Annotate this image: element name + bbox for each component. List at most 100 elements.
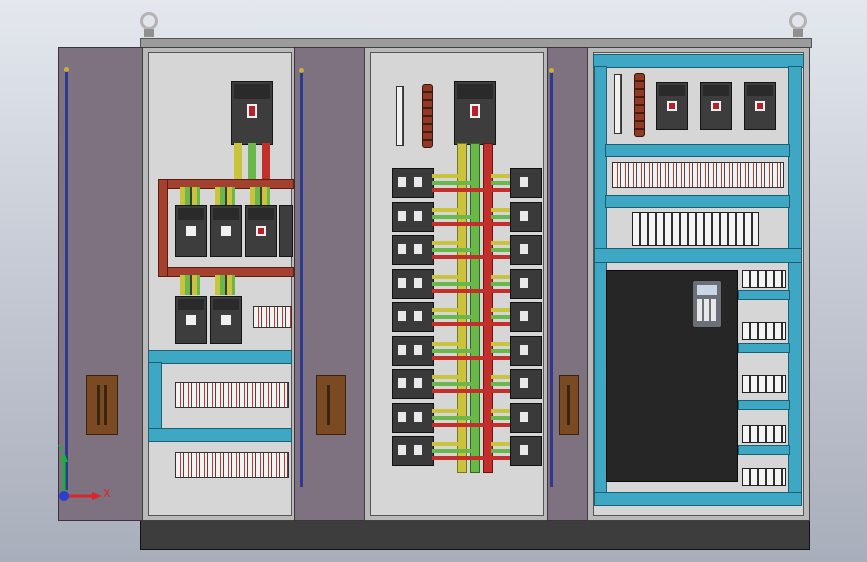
- rail-vfd-side: [738, 445, 790, 455]
- feeder-breaker[interactable]: [245, 205, 277, 257]
- tap-wire-red: [432, 389, 486, 393]
- wire-yellow: [234, 143, 242, 180]
- door-middle-hinge: [300, 72, 303, 487]
- cabinet-plinth: [140, 519, 810, 550]
- main-breaker-1[interactable]: [231, 81, 273, 145]
- contactor[interactable]: [742, 270, 786, 288]
- door-middle-handle-icon[interactable]: [316, 375, 346, 435]
- mcb-left-window: [414, 445, 422, 455]
- handle-slot: [97, 385, 100, 425]
- contactor[interactable]: [742, 375, 786, 393]
- tap-wire-right: [491, 188, 510, 192]
- tap-wire-yellow: [432, 308, 460, 312]
- branch-breaker[interactable]: [700, 82, 732, 130]
- tap-wire-green: [432, 382, 473, 386]
- tap-wire-right: [491, 308, 510, 312]
- mcb-left-window: [398, 345, 406, 355]
- terminal-strip: [175, 452, 289, 478]
- tap-wire-right: [491, 423, 510, 427]
- relay-row[interactable]: [632, 212, 759, 246]
- tap-wire-red: [432, 188, 486, 192]
- tap-wire-right: [491, 416, 510, 420]
- wire-green: [248, 143, 256, 180]
- mcb-right-window: [520, 445, 528, 455]
- din-rail-frame: [148, 428, 292, 442]
- tap-wire-yellow: [432, 375, 460, 379]
- rail-vfd-side: [738, 400, 790, 410]
- mcb-right-window: [520, 311, 528, 321]
- mcb-right-window: [520, 345, 528, 355]
- lifting-eye-left-icon: [140, 12, 158, 30]
- lifting-eye-left-base: [144, 29, 154, 37]
- tap-wire-right: [491, 442, 510, 446]
- wire-stub: [215, 187, 235, 205]
- branch-breaker[interactable]: [744, 82, 776, 130]
- lifting-eye-right-base: [793, 29, 803, 37]
- mcb-left-window: [414, 244, 422, 254]
- neutral-bar: [614, 74, 622, 134]
- rail-bottom: [594, 492, 802, 506]
- main-breaker-2[interactable]: [454, 81, 496, 145]
- tap-wire-right: [491, 356, 510, 360]
- rail-2: [605, 195, 790, 208]
- din-rail-frame: [148, 362, 162, 430]
- mcb-left-window: [398, 378, 406, 388]
- mcb-left-window: [398, 278, 406, 288]
- hinge-pin: [64, 67, 69, 72]
- tap-wire-right: [491, 456, 510, 460]
- mcb-left-window: [398, 311, 406, 321]
- tap-wire-red: [432, 222, 486, 226]
- door-right[interactable]: [547, 47, 589, 521]
- mcb-right-window: [520, 244, 528, 254]
- tap-wire-right: [491, 389, 510, 393]
- tap-wire-right: [491, 282, 510, 286]
- feeder-breaker[interactable]: [210, 205, 242, 257]
- tap-wire-red: [432, 255, 486, 259]
- tap-wire-green: [432, 248, 473, 252]
- door-middle[interactable]: [294, 47, 366, 521]
- tap-wire-yellow: [432, 275, 460, 279]
- handle-slot: [567, 385, 570, 425]
- contactor[interactable]: [742, 425, 786, 443]
- door-left-handle-icon[interactable]: [86, 375, 118, 435]
- feeder-breaker[interactable]: [175, 296, 207, 344]
- x-axis-arrow: [92, 492, 102, 500]
- mcb-left-window: [414, 345, 422, 355]
- tap-wire-red: [432, 456, 486, 460]
- tap-wire-right: [491, 174, 510, 178]
- feeder-breaker[interactable]: [210, 296, 242, 344]
- mcb-left-window: [398, 244, 406, 254]
- rail-1: [605, 144, 790, 157]
- frame-top: [593, 54, 804, 68]
- x-axis-label: X: [103, 487, 111, 500]
- tap-wire-yellow: [432, 442, 460, 446]
- terminal-block: [253, 306, 292, 328]
- door-right-hinge: [550, 72, 553, 487]
- mcb-left-window: [398, 211, 406, 221]
- tap-wire-yellow: [432, 174, 460, 178]
- feeder-breaker[interactable]: [279, 205, 293, 257]
- mcb-left-window: [414, 378, 422, 388]
- ground-bar: [634, 73, 645, 137]
- tap-wire-right: [491, 449, 510, 453]
- door-left-hinge: [65, 70, 68, 490]
- busbar-left-vertical: [158, 179, 168, 277]
- tap-wire-right: [491, 222, 510, 226]
- contactor[interactable]: [742, 322, 786, 340]
- tap-wire-right: [491, 322, 510, 326]
- mcb-left-window: [398, 412, 406, 422]
- terminal-strip: [175, 382, 289, 408]
- branch-breaker[interactable]: [656, 82, 688, 130]
- vfd-keypad-icon[interactable]: [692, 280, 722, 328]
- handle-slot: [327, 385, 330, 425]
- tap-wire-right: [491, 349, 510, 353]
- mcb-left-window: [398, 445, 406, 455]
- din-rail-frame: [148, 350, 292, 364]
- tap-wire-yellow: [432, 409, 460, 413]
- tap-wire-green: [432, 181, 473, 185]
- contactor[interactable]: [742, 468, 786, 486]
- tap-wire-green: [432, 349, 473, 353]
- feeder-breaker[interactable]: [175, 205, 207, 257]
- tap-wire-green: [432, 416, 473, 420]
- rail-3: [594, 248, 802, 263]
